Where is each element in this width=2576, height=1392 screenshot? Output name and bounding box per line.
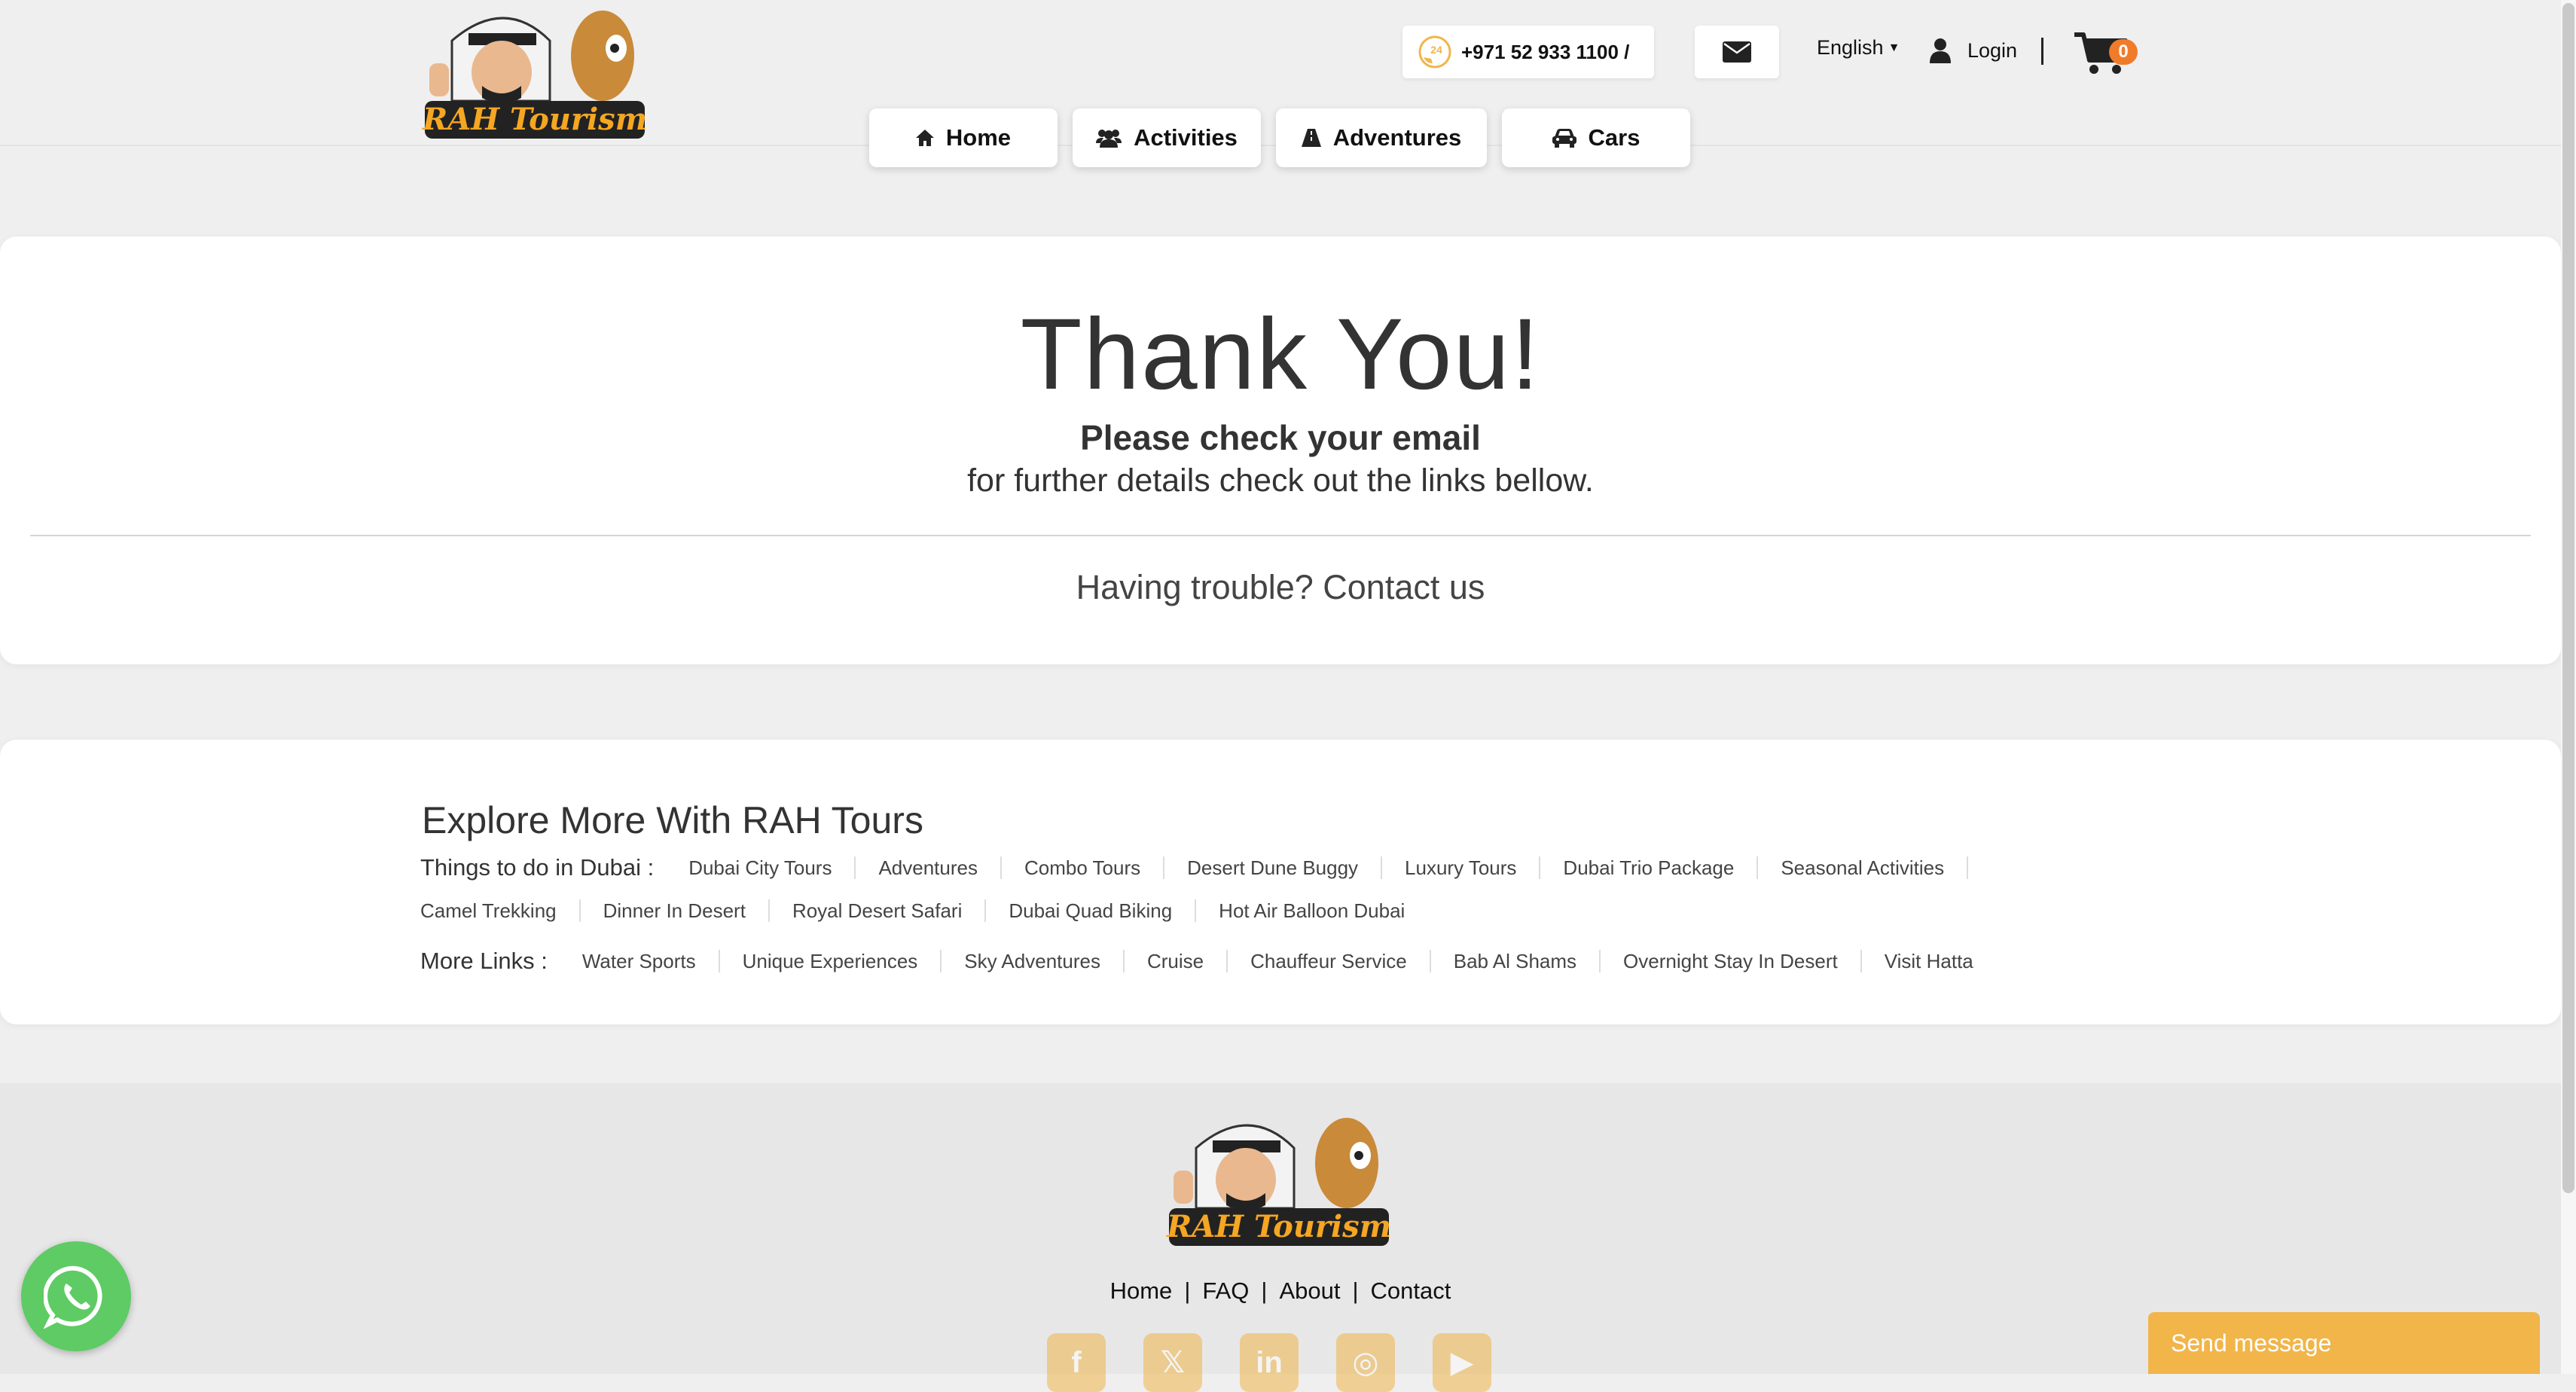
nav-cars-label: Cars (1588, 124, 1641, 151)
login-link[interactable]: Login (1928, 38, 2017, 63)
link-water-sports[interactable]: Water Sports (560, 950, 720, 972)
car-icon (1552, 129, 1576, 148)
nav-home-label: Home (945, 124, 1012, 151)
x-icon[interactable]: 𝕏 (1143, 1333, 1202, 1392)
nav-home[interactable]: Home (869, 108, 1058, 167)
link-adventures[interactable]: Adventures (856, 856, 1002, 879)
svg-text:RAH Tourism: RAH Tourism (422, 102, 647, 137)
link-camel-trekking[interactable]: Camel Trekking (420, 899, 581, 922)
link-combo-tours[interactable]: Combo Tours (1002, 856, 1165, 879)
footer-link-faq[interactable]: FAQ (1193, 1278, 1258, 1305)
link-unique-experiences[interactable]: Unique Experiences (720, 950, 942, 972)
footer-link-home[interactable]: Home (1101, 1278, 1182, 1305)
link-seasonal-activities[interactable]: Seasonal Activities (1758, 856, 1969, 879)
link-chauffeur-service[interactable]: Chauffeur Service (1228, 950, 1431, 972)
link-hot-air-balloon-dubai[interactable]: Hot Air Balloon Dubai (1196, 899, 1427, 922)
linkedin-icon[interactable]: in (1240, 1333, 1299, 1392)
footer-links: Home | FAQ | About | Contact (0, 1278, 2561, 1305)
caret-down-icon: ▼ (1888, 41, 1900, 54)
scrollbar-thumb[interactable] (2562, 3, 2574, 1193)
link-cruise[interactable]: Cruise (1125, 950, 1228, 972)
phone-contact[interactable]: 24 +971 52 933 1100 / (1402, 26, 1654, 78)
login-label: Login (1967, 38, 2018, 62)
link-dinner-in-desert[interactable]: Dinner In Desert (581, 899, 770, 922)
nav-adventures[interactable]: Adventures (1276, 108, 1487, 167)
cart-count-badge: 0 (2109, 39, 2138, 65)
link-bab-al-shams[interactable]: Bab Al Shams (1431, 950, 1601, 972)
further-details-text: for further details check out the links … (967, 462, 1594, 499)
link-visit-hatta[interactable]: Visit Hatta (1862, 950, 1996, 972)
more-links-row: More Links : Water Sports Unique Experie… (420, 948, 1996, 975)
thank-you-title: Thank You! (1020, 298, 1541, 411)
whatsapp-button[interactable] (21, 1241, 131, 1351)
email-button[interactable] (1695, 26, 1779, 78)
nav-cars[interactable]: Cars (1502, 108, 1690, 167)
card-divider (30, 535, 2531, 536)
header-separator (2041, 38, 2043, 65)
phone-number: +971 52 933 1100 / (1461, 40, 1630, 63)
things-to-do-row: Things to do in Dubai : Dubai City Tours… (420, 854, 1969, 881)
link-dubai-quad-biking[interactable]: Dubai Quad Biking (986, 899, 1197, 922)
rah-tourism-logo[interactable]: RAH Tourism (422, 3, 648, 143)
things-to-do-row-2: Camel Trekking Dinner In Desert Royal De… (420, 899, 1427, 922)
link-dubai-trio-package[interactable]: Dubai Trio Package (1540, 856, 1759, 879)
link-dubai-city-tours[interactable]: Dubai City Tours (666, 856, 856, 879)
link-sky-adventures[interactable]: Sky Adventures (942, 950, 1125, 972)
social-links: f 𝕏 in ◎ ▶ (1047, 1333, 1529, 1392)
road-icon (1301, 129, 1321, 147)
trouble-prefix: Having trouble? (1076, 568, 1323, 606)
nav-adventures-label: Adventures (1332, 124, 1462, 151)
youtube-icon[interactable]: ▶ (1433, 1333, 1491, 1392)
footer-pipe: | (1352, 1278, 1359, 1304)
check-email-heading: Please check your email (1080, 418, 1481, 457)
envelope-icon (1723, 41, 1751, 63)
users-icon (1096, 130, 1122, 148)
send-message-label: Send message (2171, 1329, 2332, 1357)
svg-text:24: 24 (1430, 44, 1442, 56)
thank-you-card: Thank You! Please check your email for f… (0, 237, 2561, 664)
link-royal-desert-safari[interactable]: Royal Desert Safari (770, 899, 987, 922)
send-message-chat-button[interactable]: Send message (2148, 1312, 2540, 1374)
footer-logo[interactable]: RAH Tourism (1166, 1110, 1392, 1250)
phone-24-icon: 24 (1418, 35, 1451, 69)
explore-title: Explore More With RAH Tours (422, 799, 923, 841)
nav-activities-label: Activities (1134, 124, 1238, 151)
trouble-text: Having trouble? Contact us (0, 568, 2561, 607)
language-selector[interactable]: English ▼ (1817, 36, 1900, 60)
footer-link-about[interactable]: About (1270, 1278, 1349, 1305)
footer-link-contact[interactable]: Contact (1362, 1278, 1460, 1305)
things-to-do-label: Things to do in Dubai : (420, 854, 655, 881)
svg-text:RAH Tourism: RAH Tourism (1166, 1209, 1391, 1244)
link-desert-dune-buggy[interactable]: Desert Dune Buggy (1164, 856, 1383, 879)
whatsapp-icon (44, 1265, 102, 1329)
explore-more-card: Explore More With RAH Tours Things to do… (0, 740, 2561, 1024)
link-luxury-tours[interactable]: Luxury Tours (1382, 856, 1541, 879)
more-links-label: More Links : (420, 948, 548, 974)
footer-pipe: | (1261, 1278, 1268, 1304)
language-label: English (1817, 36, 1884, 59)
user-icon (1930, 38, 1951, 63)
home-icon (915, 130, 934, 146)
footer-pipe: | (1184, 1278, 1191, 1304)
link-overnight-stay-in-desert[interactable]: Overnight Stay In Desert (1601, 950, 1862, 972)
facebook-icon[interactable]: f (1047, 1333, 1106, 1392)
contact-us-link[interactable]: Contact us (1323, 568, 1485, 606)
instagram-icon[interactable]: ◎ (1336, 1333, 1395, 1392)
nav-activities[interactable]: Activities (1073, 108, 1261, 167)
